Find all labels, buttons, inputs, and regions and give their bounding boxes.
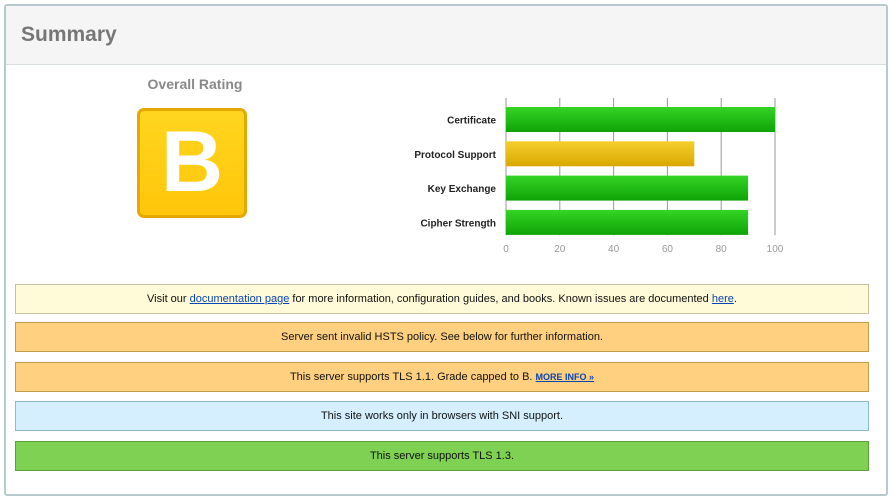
rating-bar-chart: 0 20 40 60 80 100 Certificate Protocol Support K… — [414, 98, 784, 255]
grade-badge: B — [137, 108, 247, 218]
x-tick-label: 60 — [662, 244, 674, 255]
bar-key-exchange — [506, 175, 749, 201]
x-tick-label: 100 — [767, 244, 784, 255]
bar-cipher-strength — [506, 209, 749, 235]
more-info-link[interactable]: MORE INFO » — [536, 372, 595, 382]
documentation-notice-middle: for more information, configuration guid… — [289, 293, 712, 305]
grade-letter: B — [160, 114, 224, 210]
tls11-warning-text: This server supports TLS 1.1. Grade capp… — [289, 371, 536, 383]
sni-notice: This site works only in browsers with SN… — [15, 401, 869, 431]
x-tick-label: 20 — [554, 244, 566, 255]
category-label: Protocol Support — [414, 150, 496, 161]
documentation-notice-suffix: . — [733, 293, 737, 305]
x-tick-label: 40 — [608, 244, 620, 255]
overall-rating-label: Overall Rating — [147, 76, 243, 92]
documentation-notice-prefix: Visit our — [147, 293, 190, 305]
bar-protocol-support — [506, 141, 695, 167]
known-issues-link[interactable]: here — [712, 293, 734, 305]
documentation-notice: Visit our documentation page for more in… — [15, 284, 869, 314]
category-label: Cipher Strength — [420, 218, 496, 229]
category-label: Certificate — [447, 116, 496, 127]
documentation-page-link[interactable]: documentation page — [190, 293, 290, 305]
tls11-warning: This server supports TLS 1.1. Grade capp… — [15, 362, 869, 392]
hsts-warning: Server sent invalid HSTS policy. See bel… — [15, 322, 869, 352]
x-tick-label: 0 — [503, 244, 509, 255]
x-tick-label: 80 — [716, 244, 728, 255]
tls13-notice: This server supports TLS 1.3. — [15, 441, 869, 471]
bar-certificate — [506, 107, 775, 132]
category-label: Key Exchange — [428, 184, 497, 195]
summary-title: Summary — [21, 23, 117, 46]
summary-header: Summary — [6, 6, 886, 65]
